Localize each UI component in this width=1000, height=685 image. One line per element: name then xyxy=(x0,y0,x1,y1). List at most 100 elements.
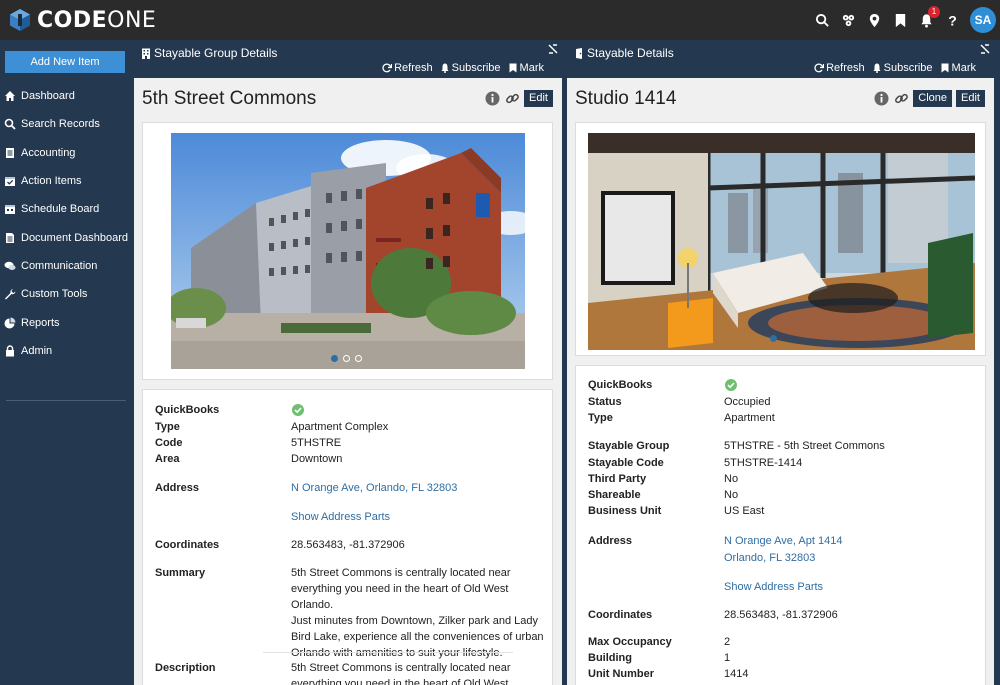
unit-number-value: 1414 xyxy=(724,668,749,680)
field-label: Address xyxy=(155,482,200,494)
refresh-button[interactable]: Refresh xyxy=(382,62,433,74)
show-address-parts-link[interactable]: Show Address Parts xyxy=(724,581,823,593)
panel-scrollbar[interactable] xyxy=(995,40,1000,685)
bookmark-icon xyxy=(941,63,949,73)
field-label: Type xyxy=(588,412,613,424)
sidebar-item-label: Search Records xyxy=(21,118,100,131)
field-label: Address xyxy=(588,535,633,547)
field-label: Stayable Code xyxy=(588,457,664,469)
page-title: Studio 1414 xyxy=(575,88,677,109)
avatar[interactable]: SA xyxy=(970,7,996,33)
chat-icon xyxy=(4,261,16,270)
info-icon[interactable] xyxy=(485,91,500,106)
edit-button[interactable]: Edit xyxy=(956,90,985,107)
carousel-dots xyxy=(770,335,782,342)
help-icon[interactable]: ? xyxy=(942,10,962,30)
wrench-icon xyxy=(5,289,16,300)
add-new-item-button[interactable]: Add New Item xyxy=(5,51,125,73)
search-icon[interactable] xyxy=(812,10,832,30)
subscribe-button[interactable]: Subscribe xyxy=(872,62,933,74)
field-label: QuickBooks xyxy=(588,379,653,391)
sidebar-item-schedule-board[interactable]: Schedule Board xyxy=(0,195,133,223)
app-logo[interactable]: CODEONE xyxy=(8,8,156,33)
carousel-dot[interactable] xyxy=(331,355,338,362)
bell-icon xyxy=(441,63,449,73)
field-label: QuickBooks xyxy=(155,404,220,416)
details-card: QuickBooks Type Apartment Complex Code 5… xyxy=(142,389,553,685)
sidebar-item-communication[interactable]: Communication xyxy=(0,252,133,280)
location-icon[interactable] xyxy=(864,10,884,30)
image-card xyxy=(575,122,986,356)
calendar-check-icon xyxy=(5,177,15,187)
clone-button[interactable]: Clone xyxy=(913,90,953,107)
info-icon[interactable] xyxy=(874,91,889,106)
collapse-icon[interactable] xyxy=(980,44,990,54)
brand-name: CODEONE xyxy=(37,7,157,33)
carousel-dot[interactable] xyxy=(343,355,350,362)
address-link[interactable]: N Orange Ave, Orlando, FL 32803 xyxy=(291,482,457,494)
check-icon xyxy=(725,379,737,391)
bookmark-icon xyxy=(509,63,517,73)
cube-logo-icon xyxy=(10,9,30,31)
carousel-dot[interactable] xyxy=(355,355,362,362)
max-occupancy-value: 2 xyxy=(724,636,731,648)
stayable-panel: Stayable Details Refresh Subscribe Mark … xyxy=(567,40,994,685)
collapse-icon[interactable] xyxy=(548,44,558,54)
sidebar-item-accounting[interactable]: Accounting xyxy=(0,139,133,167)
sidebar-item-admin[interactable]: Admin xyxy=(0,337,133,365)
mark-button[interactable]: Mark xyxy=(940,62,976,74)
sidebar-item-search-records[interactable]: Search Records xyxy=(0,110,133,138)
sidebar-item-action-items[interactable]: Action Items xyxy=(0,167,133,195)
sidebar-divider xyxy=(6,400,126,401)
bell-icon[interactable]: 1 xyxy=(916,6,940,30)
bookmark-icon[interactable] xyxy=(890,10,910,30)
description-text: 5th Street Commons is centrally located … xyxy=(291,662,511,685)
third-party-value: No xyxy=(724,473,739,485)
mark-button[interactable]: Mark xyxy=(508,62,544,74)
building-photo[interactable] xyxy=(171,133,525,369)
sidebar-item-label: Admin xyxy=(21,344,53,357)
sidebar-item-reports[interactable]: Reports xyxy=(0,308,133,336)
show-address-parts-link[interactable]: Show Address Parts xyxy=(291,511,390,523)
interior-photo[interactable] xyxy=(588,133,975,350)
ledger-icon xyxy=(6,147,14,158)
coordinates-value: 28.563483, -81.372906 xyxy=(291,539,405,551)
area-value: Downtown xyxy=(291,453,343,465)
field-label: Third Party xyxy=(588,473,647,485)
refresh-button[interactable]: Refresh xyxy=(814,62,865,74)
sidebar-item-document-dashboard[interactable]: Document Dashboard xyxy=(0,223,133,251)
home-icon xyxy=(5,91,15,102)
notification-badge: 1 xyxy=(928,6,940,18)
sidebar-item-dashboard[interactable]: Dashboard xyxy=(0,82,133,110)
field-label: Max Occupancy xyxy=(588,636,672,648)
type-value: Apartment Complex xyxy=(291,421,389,433)
field-label: Status xyxy=(588,396,622,408)
panel-header: Stayable Group Details Refresh Subscribe… xyxy=(134,40,562,78)
panel-header: Stayable Details Refresh Subscribe Mark xyxy=(567,40,994,78)
subscribe-button[interactable]: Subscribe xyxy=(440,62,501,74)
shareable-value: No xyxy=(724,489,739,501)
sidebar-item-label: Schedule Board xyxy=(21,203,100,216)
field-label: Coordinates xyxy=(155,539,220,551)
summary-text: 5th Street Commons is centrally located … xyxy=(291,567,544,659)
sidebar-item-custom-tools[interactable]: Custom Tools xyxy=(0,280,133,308)
sidebar: Add New Item Dashboard Search Records Ac… xyxy=(0,40,133,685)
door-icon xyxy=(576,47,582,59)
carousel-dot[interactable] xyxy=(770,335,777,342)
address-link-city[interactable]: Orlando, FL 32803 xyxy=(724,552,815,564)
status-value: Occupied xyxy=(724,396,771,408)
pie-chart-icon xyxy=(4,317,16,329)
link-icon[interactable] xyxy=(505,91,520,106)
calendar-icon xyxy=(5,205,15,215)
link-icon[interactable] xyxy=(894,91,909,106)
address-link[interactable]: N Orange Ave, Apt 1414 xyxy=(724,535,842,547)
field-label: Stayable Group xyxy=(588,440,670,452)
stayable-group-panel: Stayable Group Details Refresh Subscribe… xyxy=(134,40,562,685)
field-label: Building xyxy=(588,652,632,664)
divider xyxy=(263,652,513,653)
edit-button[interactable]: Edit xyxy=(524,90,553,107)
org-icon[interactable] xyxy=(838,10,858,30)
field-label: Description xyxy=(155,662,216,674)
document-icon xyxy=(6,232,14,243)
sidebar-item-label: Accounting xyxy=(21,146,76,159)
